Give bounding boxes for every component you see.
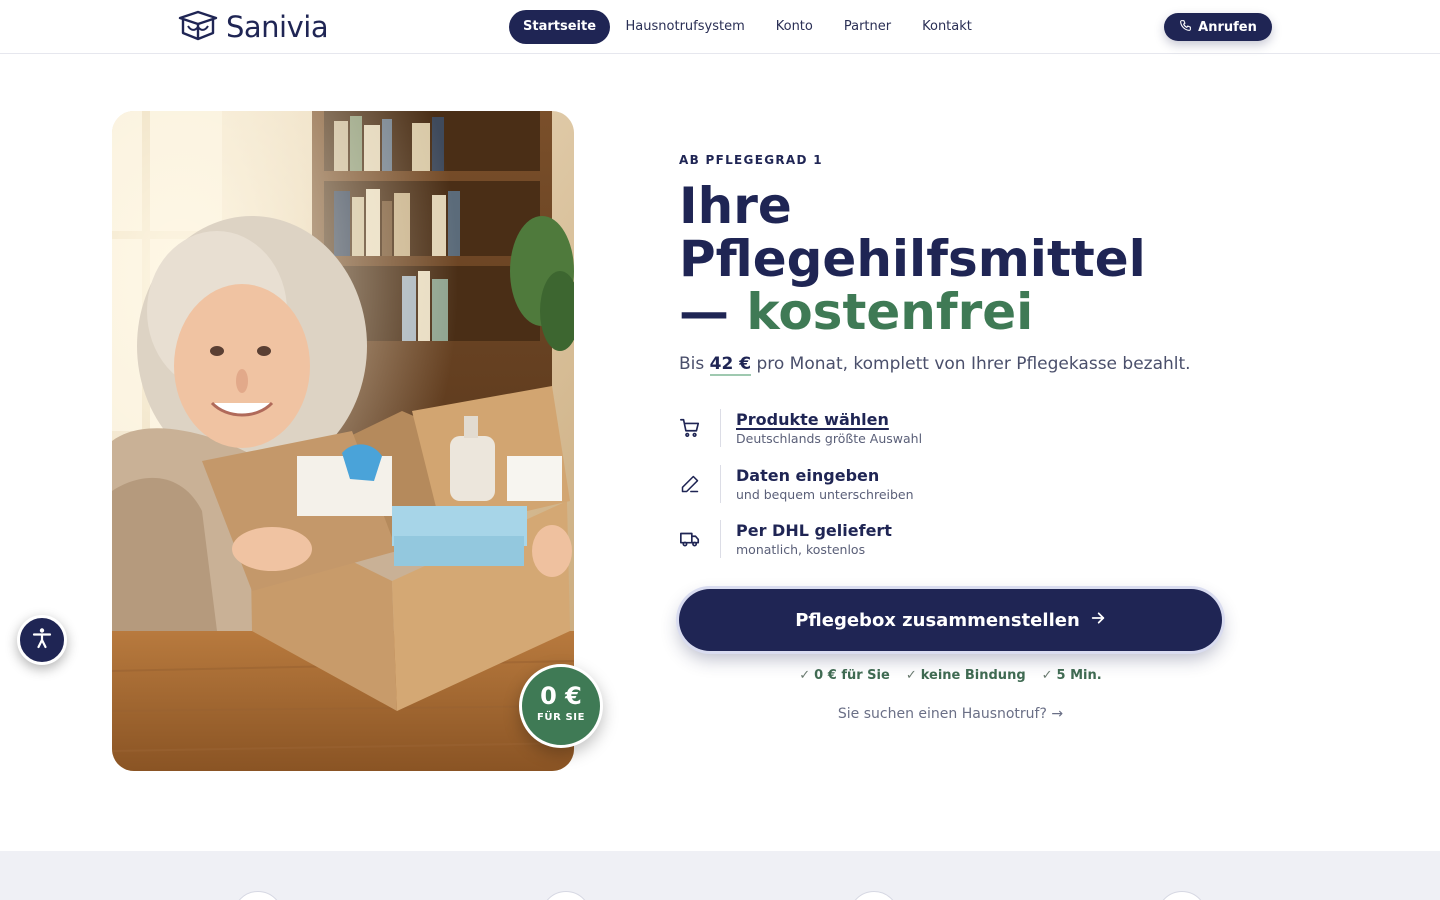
pflegebox-cta-button[interactable]: Pflegebox zusammenstellen [679, 589, 1222, 651]
check-item: ✓ 0 € für Sie [799, 668, 890, 683]
step-text: Per DHL geliefert monatlich, kostenlos [736, 521, 892, 558]
check-text: keine Bindung [920, 668, 1026, 683]
sub-prefix: Bis [679, 354, 710, 374]
hausnotruf-link[interactable]: Sie suchen einen Hausnotruf? → [679, 706, 1222, 722]
check-icon: ✓ [1041, 668, 1053, 683]
sub-suffix: pro Monat, komplett von Ihrer Pflegekass… [751, 354, 1191, 374]
free-badge: 0 € FÜR SIE [519, 664, 603, 748]
check-text: 0 € für Sie [814, 668, 890, 683]
badge-amount: 0 € [540, 682, 582, 710]
check-item: ✓ 5 Min. [1042, 668, 1102, 683]
box-logo-icon [176, 9, 220, 45]
main-nav: Startseite Hausnotrufsystem Konto Partne… [509, 10, 987, 44]
step-title-produkte[interactable]: Produkte wählen [736, 410, 922, 430]
accessibility-icon [30, 626, 54, 654]
logo-text: Sanivia [226, 10, 329, 44]
cta-checks: ✓ 0 € für Sie ✓ keine Bindung ✓ 5 Min. [679, 668, 1222, 683]
check-item: ✓ keine Bindung [906, 668, 1026, 683]
step-subtitle: Deutschlands größte Auswahl [736, 430, 923, 446]
feature-icon-circle [849, 891, 899, 900]
call-button[interactable]: Anrufen [1164, 13, 1272, 41]
hero-photo-illustration [112, 111, 574, 771]
features-section [0, 851, 1440, 900]
feature-icon-circle [1157, 891, 1207, 900]
arrow-right-icon [1090, 610, 1106, 631]
sub-amount: 42 € [709, 354, 752, 376]
step-subtitle: und bequem unterschreiben [736, 486, 914, 502]
headline-accent: kostenfrei [746, 283, 1034, 341]
pen-icon [679, 473, 701, 495]
headline-dash: — [679, 283, 747, 341]
truck-icon [679, 528, 701, 550]
step-title-daten: Daten eingeben [736, 465, 880, 485]
nav-item-hausnotrufsystem[interactable]: Hausnotrufsystem [610, 10, 760, 44]
call-button-label: Anrufen [1198, 19, 1257, 35]
cart-icon [679, 417, 701, 439]
step-divider [720, 465, 721, 503]
check-text: 5 Min. [1056, 668, 1102, 683]
step-divider [720, 520, 721, 558]
step-text: Daten eingeben und bequem unterschreiben [736, 466, 914, 503]
check-icon: ✓ [905, 668, 917, 683]
hero-eyebrow: AB PFLEGEGRAD 1 [679, 153, 823, 167]
nav-item-startseite[interactable]: Startseite [509, 10, 611, 44]
step-text: Produkte wählen Deutschlands größte Ausw… [736, 410, 922, 447]
accessibility-button[interactable] [17, 615, 67, 665]
phone-icon [1179, 19, 1192, 36]
step-title-lieferung: Per DHL geliefert [736, 520, 892, 540]
badge-label: FÜR SIE [536, 712, 586, 723]
headline-line1: Ihre [679, 177, 792, 235]
hero-subline: Bis 42 € pro Monat, komplett von Ihrer P… [679, 354, 1191, 376]
step-daten: Daten eingeben und bequem unterschreiben [679, 464, 914, 504]
nav-item-konto[interactable]: Konto [760, 10, 828, 44]
step-divider [720, 409, 721, 447]
step-lieferung: Per DHL geliefert monatlich, kostenlos [679, 519, 892, 559]
step-produkte: Produkte wählen Deutschlands größte Ausw… [679, 408, 922, 448]
step-subtitle: monatlich, kostenlos [736, 541, 866, 557]
hero-photo [112, 111, 574, 771]
feature-icon-circle [541, 891, 591, 900]
check-icon: ✓ [799, 668, 811, 683]
feature-icon-circle [233, 891, 283, 900]
hero-headline: Ihre Pflegehilfsmittel — kostenfrei [679, 180, 1239, 339]
logo[interactable]: Sanivia [176, 9, 329, 45]
nav-item-kontakt[interactable]: Kontakt [907, 10, 988, 44]
cta-label: Pflegebox zusammenstellen [795, 609, 1080, 631]
nav-item-partner[interactable]: Partner [828, 10, 906, 44]
headline-line2: Pflegehilfsmittel [679, 230, 1146, 288]
site-header: Sanivia Startseite Hausnotrufsystem Kont… [0, 0, 1440, 54]
